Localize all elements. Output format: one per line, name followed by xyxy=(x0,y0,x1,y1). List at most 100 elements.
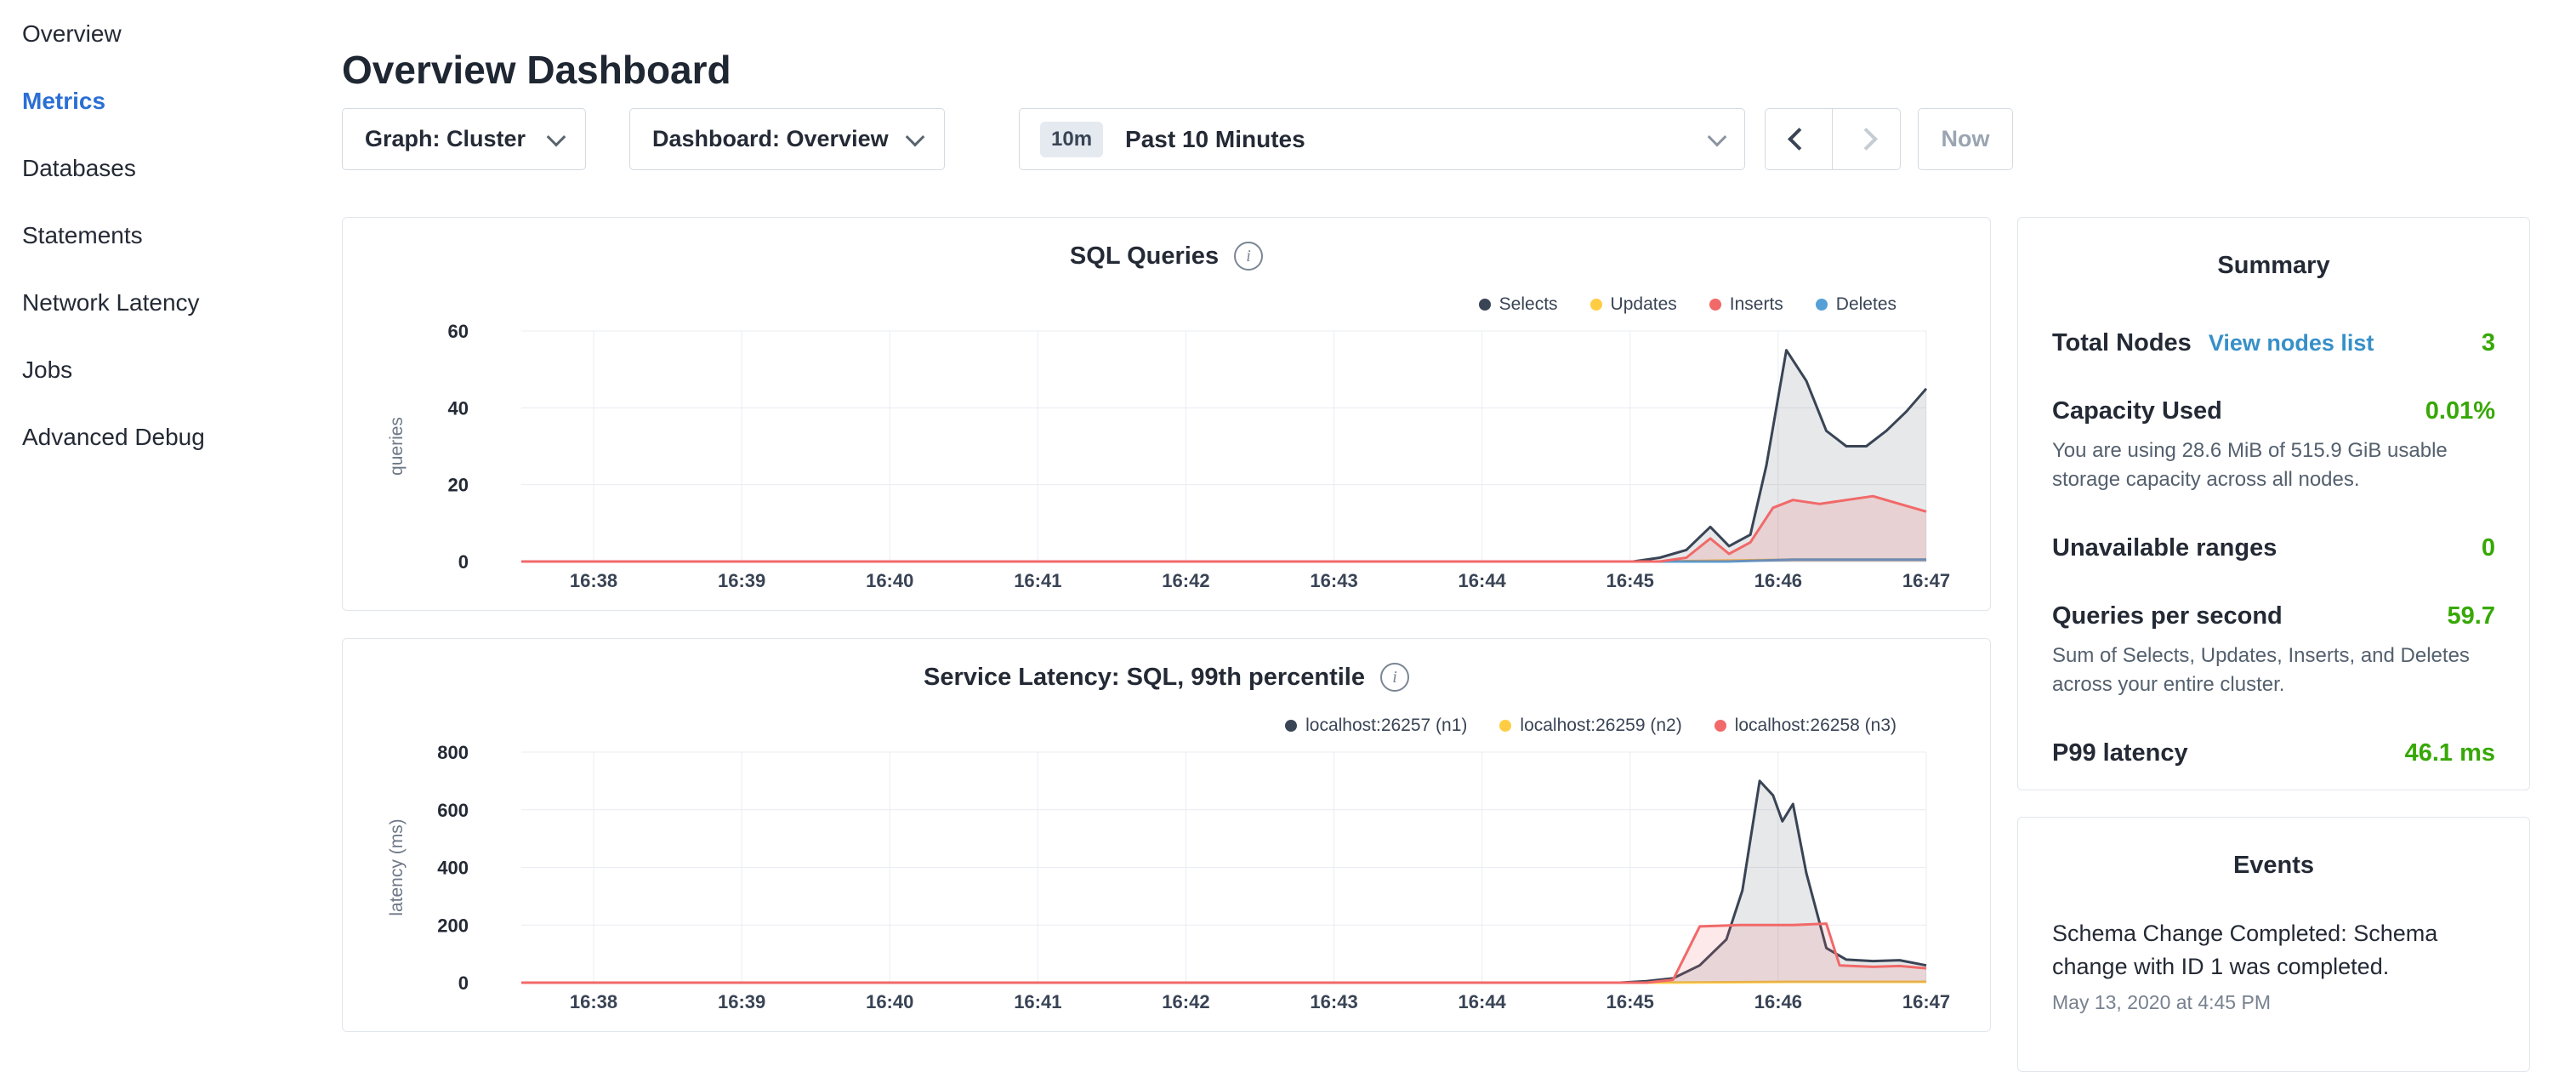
legend-dot-icon xyxy=(1499,720,1511,732)
total-nodes-value: 3 xyxy=(2482,329,2495,357)
time-range-label: Past 10 Minutes xyxy=(1125,126,1305,153)
y-axis-label: queries xyxy=(387,417,407,476)
chevron-down-icon xyxy=(1708,127,1727,146)
x-tick-label: 16:40 xyxy=(866,570,913,591)
x-tick-label: 16:43 xyxy=(1310,991,1357,1012)
sidebar: Overview Metrics Databases Statements Ne… xyxy=(0,0,328,1052)
events-heading: Events xyxy=(2052,818,2495,880)
x-tick-label: 16:39 xyxy=(718,991,765,1012)
x-tick-label: 16:45 xyxy=(1606,991,1654,1012)
x-tick-label: 16:39 xyxy=(718,570,765,591)
x-tick-label: 16:38 xyxy=(570,991,617,1012)
legend-dot-icon xyxy=(1709,299,1721,311)
sql-queries-card: SQL Queries i SelectsUpdatesInsertsDelet… xyxy=(342,217,1991,611)
y-tick-label: 800 xyxy=(437,742,469,763)
sidebar-item-advanced-debug[interactable]: Advanced Debug xyxy=(0,403,328,470)
x-tick-label: 16:47 xyxy=(1902,570,1950,591)
event-entry-timestamp: May 13, 2020 at 4:45 PM xyxy=(2052,991,2495,1014)
legend-dot-icon xyxy=(1816,299,1828,311)
dashboard-label: Dashboard: Overview xyxy=(652,126,889,152)
capacity-label: Capacity Used xyxy=(2052,397,2222,425)
sql-queries-chart-plot[interactable]: 16:38 16:39 16:40 16:41 16:42 16:43 16:44 16:45… xyxy=(368,311,1967,592)
capacity-value: 0.01% xyxy=(2425,397,2495,425)
info-icon[interactable]: i xyxy=(1380,663,1409,692)
graph-scope-dropdown[interactable]: Graph: Cluster xyxy=(342,108,586,170)
chevron-down-icon xyxy=(547,127,566,146)
y-tick-label: 200 xyxy=(437,915,469,936)
sidebar-item-databases[interactable]: Databases xyxy=(0,134,328,202)
summary-row-total-nodes: Total Nodes View nodes list 3 xyxy=(2052,329,2495,357)
sidebar-item-metrics[interactable]: Metrics xyxy=(0,67,328,134)
time-range-dropdown[interactable]: 10m Past 10 Minutes xyxy=(1019,108,1745,170)
p99-latency-label: P99 latency xyxy=(2052,739,2188,767)
y-tick-label: 40 xyxy=(448,397,469,419)
x-tick-label: 16:46 xyxy=(1754,570,1802,591)
now-button[interactable]: Now xyxy=(1918,108,2013,170)
y-axis-label: latency (ms) xyxy=(387,818,407,915)
time-range-badge: 10m xyxy=(1040,122,1103,157)
event-entry-text: Schema Change Completed: Schema change w… xyxy=(2052,917,2495,984)
chevron-right-icon xyxy=(1855,128,1878,151)
series-area xyxy=(521,496,1926,562)
qps-label: Queries per second xyxy=(2052,602,2283,630)
graph-scope-label: Graph: Cluster xyxy=(365,126,526,152)
y-tick-label: 60 xyxy=(448,321,469,342)
x-tick-label: 16:40 xyxy=(866,991,913,1012)
chart-title: Service Latency: SQL, 99th percentile xyxy=(924,664,1365,692)
total-nodes-label: Total Nodes xyxy=(2052,329,2192,357)
unavailable-ranges-label: Unavailable ranges xyxy=(2052,534,2277,562)
legend-dot-icon xyxy=(1714,720,1726,732)
legend-dot-icon xyxy=(1590,299,1602,311)
sidebar-item-overview[interactable]: Overview xyxy=(0,0,328,67)
chevron-down-icon xyxy=(906,127,925,146)
sidebar-item-statements[interactable]: Statements xyxy=(0,202,328,269)
series-area xyxy=(521,351,1926,562)
page-title: Overview Dashboard xyxy=(342,47,731,93)
info-icon[interactable]: i xyxy=(1234,242,1263,271)
view-nodes-list-link[interactable]: View nodes list xyxy=(2209,330,2374,356)
chart-canvas: 16:38 16:39 16:40 16:41 16:42 16:43 16:44 16:45… xyxy=(368,311,1967,592)
service-latency-chart-plot[interactable]: 16:38 16:39 16:40 16:41 16:42 16:43 16:44 16:45… xyxy=(368,733,1967,1013)
time-pager xyxy=(1765,108,1901,170)
chart-title: SQL Queries xyxy=(1070,242,1219,271)
chart-canvas: 16:38 16:39 16:40 16:41 16:42 16:43 16:44 16:45… xyxy=(368,733,1967,1013)
x-tick-label: 16:41 xyxy=(1014,570,1061,591)
p99-latency-value: 46.1 ms xyxy=(2405,739,2495,767)
capacity-description: You are using 28.6 MiB of 515.9 GiB usab… xyxy=(2052,436,2495,494)
x-tick-label: 16:42 xyxy=(1162,570,1209,591)
legend-dot-icon xyxy=(1479,299,1491,311)
events-panel: Events Schema Change Completed: Schema c… xyxy=(2017,817,2530,1072)
y-tick-label: 400 xyxy=(437,858,469,879)
x-tick-label: 16:44 xyxy=(1459,991,1507,1012)
summary-row-unavailable-ranges: Unavailable ranges 0 xyxy=(2052,534,2495,562)
x-tick-label: 16:44 xyxy=(1459,570,1507,591)
unavailable-ranges-value: 0 xyxy=(2482,534,2495,562)
summary-row-qps: Queries per second 59.7 xyxy=(2052,602,2495,630)
time-prev-button[interactable] xyxy=(1765,108,1833,170)
x-tick-label: 16:42 xyxy=(1162,991,1209,1012)
sidebar-item-network-latency[interactable]: Network Latency xyxy=(0,269,328,336)
x-tick-label: 16:41 xyxy=(1014,991,1061,1012)
series-area xyxy=(521,924,1926,983)
series-line xyxy=(521,351,1926,562)
y-tick-label: 0 xyxy=(458,551,469,573)
x-tick-label: 16:47 xyxy=(1902,991,1950,1012)
sidebar-item-jobs[interactable]: Jobs xyxy=(0,336,328,403)
y-tick-label: 20 xyxy=(448,475,469,496)
service-latency-card: Service Latency: SQL, 99th percentile i … xyxy=(342,638,1991,1032)
summary-row-p99-latency: P99 latency 46.1 ms xyxy=(2052,739,2495,767)
chevron-left-icon xyxy=(1788,128,1811,151)
x-tick-label: 16:43 xyxy=(1310,570,1357,591)
time-next-button[interactable] xyxy=(1833,108,1901,170)
x-tick-label: 16:45 xyxy=(1606,570,1654,591)
summary-panel: Summary Total Nodes View nodes list 3 Ca… xyxy=(2017,217,2530,790)
legend-dot-icon xyxy=(1285,720,1297,732)
summary-heading: Summary xyxy=(2052,218,2495,280)
summary-row-capacity: Capacity Used 0.01% xyxy=(2052,397,2495,425)
y-tick-label: 0 xyxy=(458,972,469,994)
dashboard-dropdown[interactable]: Dashboard: Overview xyxy=(629,108,945,170)
x-tick-label: 16:46 xyxy=(1754,991,1802,1012)
qps-description: Sum of Selects, Updates, Inserts, and De… xyxy=(2052,641,2495,699)
qps-value: 59.7 xyxy=(2448,602,2495,630)
x-tick-label: 16:38 xyxy=(570,570,617,591)
